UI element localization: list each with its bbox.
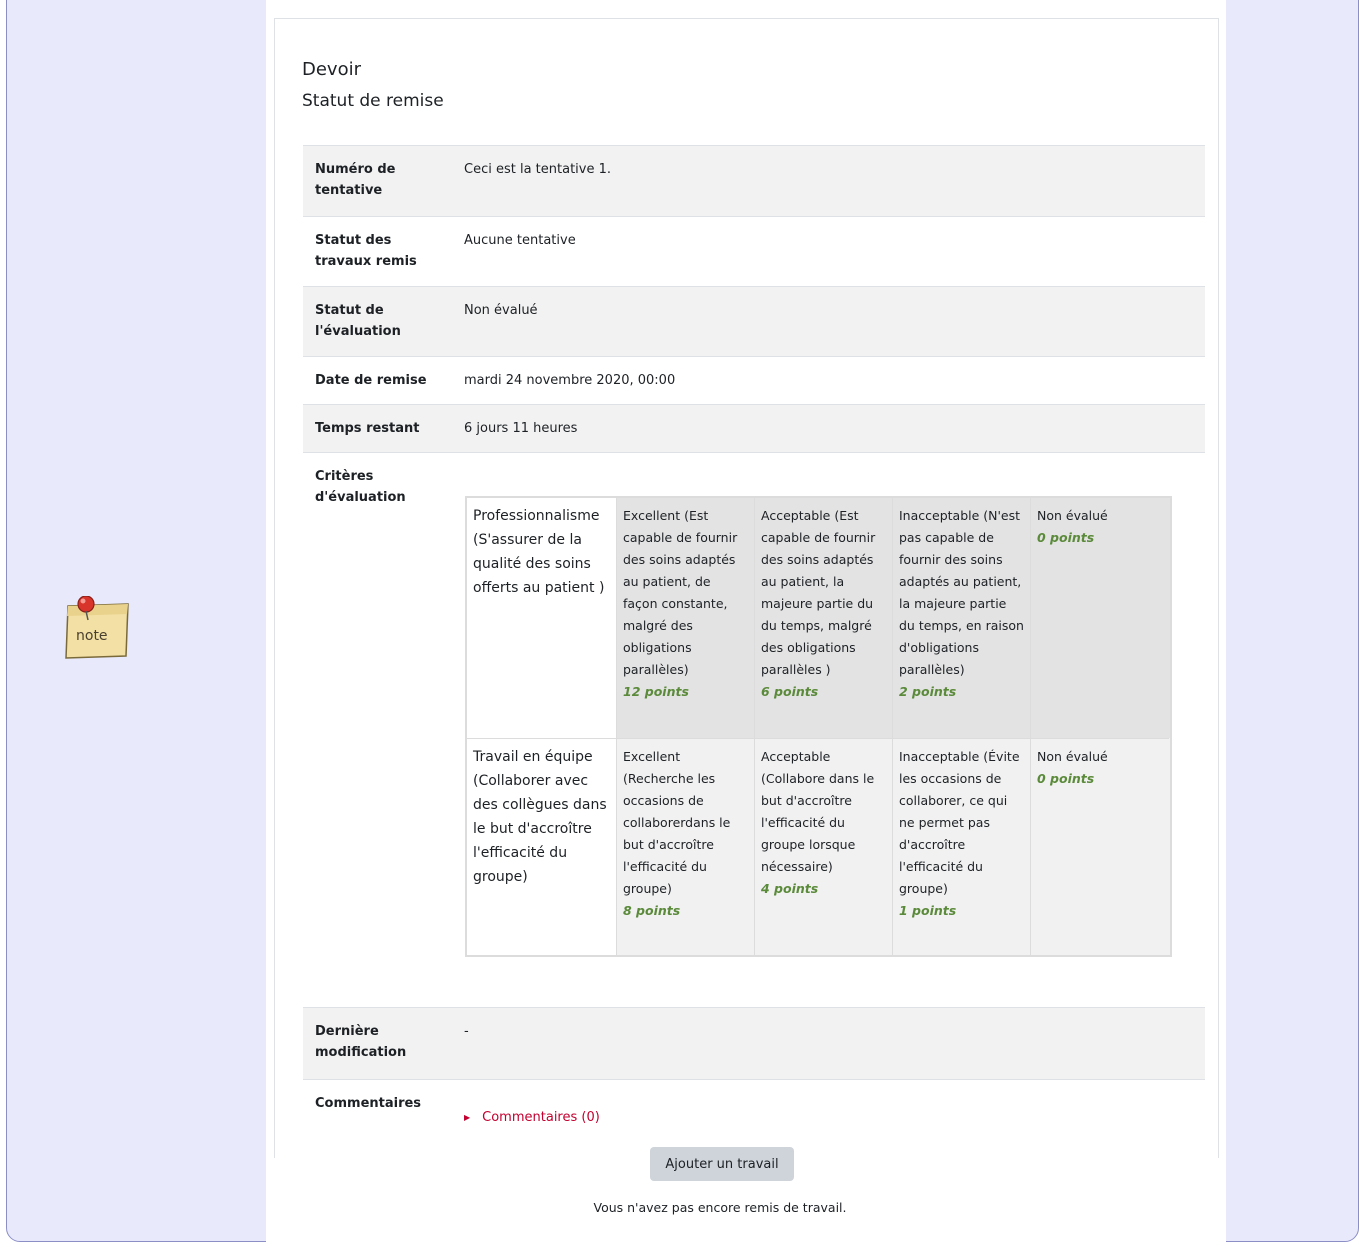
row-value: mardi 24 novembre 2020, 00:00 (464, 373, 676, 388)
no-submission-message: Vous n'avez pas encore remis de travail. (593, 1200, 847, 1215)
row-header: Dernière modification (303, 1008, 453, 1079)
table-row: Dernière modification - (303, 1007, 1205, 1079)
row-value: - (464, 1024, 469, 1039)
row-value: Non évalué (453, 287, 1205, 356)
level-definition: Non évalué (1037, 749, 1108, 764)
comments-toggle-link[interactable]: ▶ Commentaires (0) (464, 1107, 600, 1128)
level-points: 0 points (1037, 771, 1095, 786)
submission-summary-table: Numéro de tentative Ceci est la tentativ… (303, 145, 1205, 1149)
caret-right-icon: ▶ (464, 1113, 471, 1122)
level-definition: Inacceptable (Évite les occasions de col… (899, 749, 1020, 896)
table-row: Critères d'évaluation Professionnalisme … (303, 452, 1205, 1007)
criterion-description: Travail en équipe (Collaborer avec des c… (467, 738, 617, 955)
row-header: Date de remise (315, 373, 427, 388)
rubric-level: Non évalué 0 points (1031, 738, 1169, 955)
note-icon: note (65, 596, 129, 659)
level-points: 4 points (761, 881, 819, 896)
rubric-level: Non évalué 0 points (1031, 498, 1169, 738)
level-points: 12 points (623, 684, 689, 699)
rubric-level: Excellent (Recherche les occasions de co… (617, 738, 755, 955)
level-definition: Acceptable (Est capable de fournir des s… (761, 508, 876, 677)
main-content: Devoir Statut de remise Numéro de tentat… (266, 0, 1226, 1242)
level-definition: Excellent (Recherche les occasions de co… (623, 749, 731, 896)
row-value: 6 jours 11 heures (464, 421, 578, 436)
level-points: 8 points (623, 903, 681, 918)
row-header: Critères d'évaluation (315, 469, 406, 505)
level-points: 1 points (899, 903, 957, 918)
table-row: Commentaires ▶ Commentaires (0) (303, 1079, 1205, 1149)
rubric-level: Inacceptable (Évite les occasions de col… (893, 738, 1031, 955)
rubric-criterion-row: Professionnalisme (S'assurer de la quali… (467, 498, 1170, 738)
level-points: 6 points (761, 684, 819, 699)
rubric-criterion-row: Travail en équipe (Collaborer avec des c… (467, 738, 1170, 955)
rubric-level: Acceptable (Est capable de fournir des s… (755, 498, 893, 738)
level-points: 2 points (899, 684, 957, 699)
row-value: Ceci est la tentative 1. (464, 162, 612, 177)
rubric-level: Acceptable (Collabore dans le but d'accr… (755, 738, 893, 955)
row-value: ▶ Commentaires (0) (453, 1080, 1205, 1149)
row-header: Statut de l'évaluation (315, 303, 401, 339)
note-icon-label: note (76, 628, 108, 644)
row-header: Commentaires (315, 1096, 422, 1111)
table-row: Statut des travaux remis Aucune tentativ… (303, 216, 1205, 286)
table-row: Date de remise mardi 24 novembre 2020, 0… (303, 356, 1205, 404)
level-definition: Excellent (Est capable de fournir des so… (623, 508, 738, 677)
table-row: Statut de l'évaluation Non évalué (303, 286, 1205, 356)
table-row: Numéro de tentative Ceci est la tentativ… (303, 145, 1205, 216)
rubric-level: Inacceptable (N'est pas capable de fourn… (893, 498, 1031, 738)
page-title: Devoir (302, 59, 362, 80)
rubric-table: Professionnalisme (S'assurer de la quali… (465, 496, 1172, 957)
row-header: Temps restant (315, 421, 420, 436)
submission-status-card: Devoir Statut de remise Numéro de tentat… (274, 18, 1219, 1158)
row-value: Aucune tentative (464, 233, 576, 248)
criterion-description: Professionnalisme (S'assurer de la quali… (467, 498, 617, 738)
level-points: 0 points (1037, 530, 1095, 545)
row-header: Statut des travaux remis (315, 233, 417, 269)
row-header: Numéro de tentative (315, 162, 396, 198)
level-definition: Acceptable (Collabore dans le but d'accr… (761, 749, 875, 874)
rubric-level: Excellent (Est capable de fournir des so… (617, 498, 755, 738)
row-value: Professionnalisme (S'assurer de la quali… (453, 453, 1205, 1007)
level-definition: Non évalué (1037, 508, 1108, 523)
level-definition: Inacceptable (N'est pas capable de fourn… (899, 508, 1024, 677)
section-title: Statut de remise (302, 91, 444, 111)
table-row: Temps restant 6 jours 11 heures (303, 404, 1205, 452)
comments-link-label: Commentaires (0) (482, 1110, 600, 1125)
add-submission-button[interactable]: Ajouter un travail (650, 1147, 794, 1181)
